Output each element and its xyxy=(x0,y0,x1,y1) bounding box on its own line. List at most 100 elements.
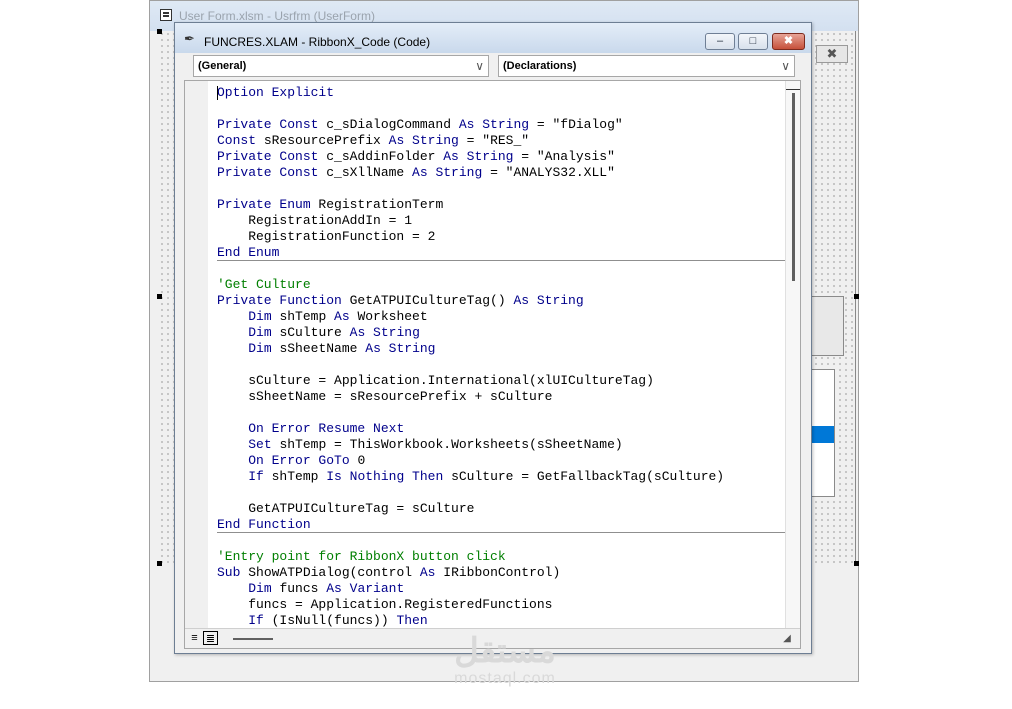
procedure-dropdown[interactable]: (Declarations) ∨ xyxy=(498,55,795,77)
code-keyword: Dim xyxy=(248,325,280,340)
code-text: RegistrationAddIn = 1 xyxy=(217,213,413,228)
code-line[interactable]: 'Get Culture xyxy=(217,277,787,293)
code-line[interactable]: Private Const c_sXllName As String = "AN… xyxy=(217,165,787,181)
minimize-button[interactable]: – xyxy=(705,33,735,50)
userform-icon xyxy=(160,9,172,21)
full-module-view-icon[interactable]: ≣ xyxy=(203,631,218,645)
resize-handle[interactable] xyxy=(157,294,162,299)
code-keyword: Dim xyxy=(248,309,280,324)
code-line[interactable]: Const sResourcePrefix As String = "RES_" xyxy=(217,133,787,149)
chevron-down-icon[interactable]: ∨ xyxy=(781,56,790,76)
code-text: funcs = Application.RegisteredFunctions xyxy=(217,597,553,612)
code-keyword: As String xyxy=(458,117,530,132)
code-window[interactable]: ✒ FUNCRES.XLAM - RibbonX_Code (Code) – □… xyxy=(174,22,812,654)
object-dropdown[interactable]: (General) ∨ xyxy=(193,55,489,77)
code-line[interactable]: Dim sSheetName As String xyxy=(217,341,787,357)
code-text: 0 xyxy=(357,453,366,468)
resize-handle[interactable] xyxy=(157,29,162,34)
code-window-titlebar[interactable]: ✒ FUNCRES.XLAM - RibbonX_Code (Code) – □… xyxy=(175,23,811,53)
code-line[interactable] xyxy=(217,181,787,197)
chevron-down-icon[interactable]: ∨ xyxy=(475,56,484,76)
code-line[interactable]: On Error Resume Next xyxy=(217,421,787,437)
resize-handle[interactable] xyxy=(854,294,859,299)
code-keyword: If xyxy=(248,469,272,484)
code-keyword: As String xyxy=(443,149,514,164)
resize-grip-icon[interactable]: ◢ xyxy=(779,631,795,647)
code-text: ShowATPDialog(control xyxy=(248,565,420,580)
watermark-logo: مستقل xyxy=(454,632,556,670)
userform-frame-control[interactable] xyxy=(811,296,844,356)
vertical-scrollbar[interactable] xyxy=(785,81,800,629)
code-line[interactable]: Dim shTemp As Worksheet xyxy=(217,309,787,325)
horizontal-scroll-thumb[interactable] xyxy=(233,638,273,640)
resize-handle[interactable] xyxy=(157,561,162,566)
margin-indicator-bar[interactable] xyxy=(185,81,208,628)
listbox-selected-item[interactable] xyxy=(812,426,834,443)
code-text: sCulture = Application.International(xlU… xyxy=(217,373,654,388)
userform-close-icon[interactable]: ✖ xyxy=(816,45,848,63)
code-keyword: End Function xyxy=(217,517,311,532)
code-line[interactable]: sCulture = Application.International(xlU… xyxy=(217,373,787,389)
code-line[interactable]: Set shTemp = ThisWorkbook.Worksheets(sSh… xyxy=(217,437,787,453)
code-line[interactable] xyxy=(217,533,787,549)
code-keyword: Private Const xyxy=(217,165,327,180)
procedure-view-icon[interactable]: ≡ xyxy=(187,631,202,645)
code-line[interactable] xyxy=(217,101,787,117)
code-line[interactable]: funcs = Application.RegisteredFunctions xyxy=(217,597,787,613)
code-keyword: On Error Resume Next xyxy=(248,421,405,436)
vertical-scroll-thumb[interactable] xyxy=(792,93,795,281)
code-line[interactable]: On Error GoTo 0 xyxy=(217,453,787,469)
code-line[interactable]: End Enum xyxy=(217,245,787,261)
code-text: c_sDialogCommand xyxy=(326,117,459,132)
code-line[interactable]: Private Const c_sDialogCommand As String… xyxy=(217,117,787,133)
code-keyword: As String xyxy=(349,325,420,340)
code-text: sSheetName xyxy=(279,341,366,356)
code-line[interactable]: End Function xyxy=(217,517,787,533)
code-line[interactable]: Private Const c_sAddinFolder As String =… xyxy=(217,149,787,165)
code-text: shTemp xyxy=(279,309,335,324)
code-editor[interactable]: Option Explicit Private Const c_sDialogCo… xyxy=(184,80,801,649)
code-line[interactable]: 'Entry point for RibbonX button click xyxy=(217,549,787,565)
code-keyword: Set xyxy=(248,437,280,452)
code-text: sCulture = GetFallbackTag(sCulture) xyxy=(451,469,725,484)
code-line[interactable]: Dim funcs As Variant xyxy=(217,581,787,597)
code-line[interactable]: Sub ShowATPDialog(control As IRibbonCont… xyxy=(217,565,787,581)
code-line[interactable]: Option Explicit xyxy=(217,85,787,101)
code-keyword: Sub xyxy=(217,565,249,580)
code-text: RegistrationFunction = 2 xyxy=(217,229,436,244)
code-line[interactable]: RegistrationFunction = 2 xyxy=(217,229,787,245)
code-text: GetATPUICultureTag() xyxy=(349,293,514,308)
code-line[interactable]: sSheetName = sResourcePrefix + sCulture xyxy=(217,389,787,405)
split-bar[interactable] xyxy=(786,81,800,90)
code-comment: 'Get Culture xyxy=(217,277,311,292)
code-keyword: As String xyxy=(513,293,584,308)
code-line[interactable]: If shTemp Is Nothing Then sCulture = Get… xyxy=(217,469,787,485)
code-text: = "RES_" xyxy=(458,133,530,148)
code-text: GetATPUICultureTag = sCulture xyxy=(217,501,475,516)
code-line[interactable]: RegistrationAddIn = 1 xyxy=(217,213,787,229)
procedure-dropdown-value: (Declarations) xyxy=(503,60,577,72)
code-text: shTemp xyxy=(271,469,327,484)
resize-handle[interactable] xyxy=(854,561,859,566)
code-text: sCulture xyxy=(279,325,350,340)
code-line[interactable]: Private Enum RegistrationTerm xyxy=(217,197,787,213)
code-line[interactable] xyxy=(217,405,787,421)
code-keyword: As String xyxy=(412,165,483,180)
code-line[interactable] xyxy=(217,261,787,277)
code-text: (IsNull(funcs)) xyxy=(271,613,397,628)
code-line[interactable]: GetATPUICultureTag = sCulture xyxy=(217,501,787,517)
watermark: مستقل mostaql.com xyxy=(430,632,580,688)
code-line[interactable] xyxy=(217,357,787,373)
code-line[interactable] xyxy=(217,485,787,501)
code-line[interactable]: If (IsNull(funcs)) Then xyxy=(217,613,787,628)
code-line[interactable]: Private Function GetATPUICultureTag() As… xyxy=(217,293,787,309)
maximize-button[interactable]: □ xyxy=(738,33,768,50)
userform-listbox-control[interactable] xyxy=(811,369,835,497)
code-line[interactable]: Dim sCulture As String xyxy=(217,325,787,341)
close-button[interactable]: ✖ xyxy=(772,33,805,50)
code-text-area[interactable]: Option Explicit Private Const c_sDialogCo… xyxy=(217,85,787,628)
